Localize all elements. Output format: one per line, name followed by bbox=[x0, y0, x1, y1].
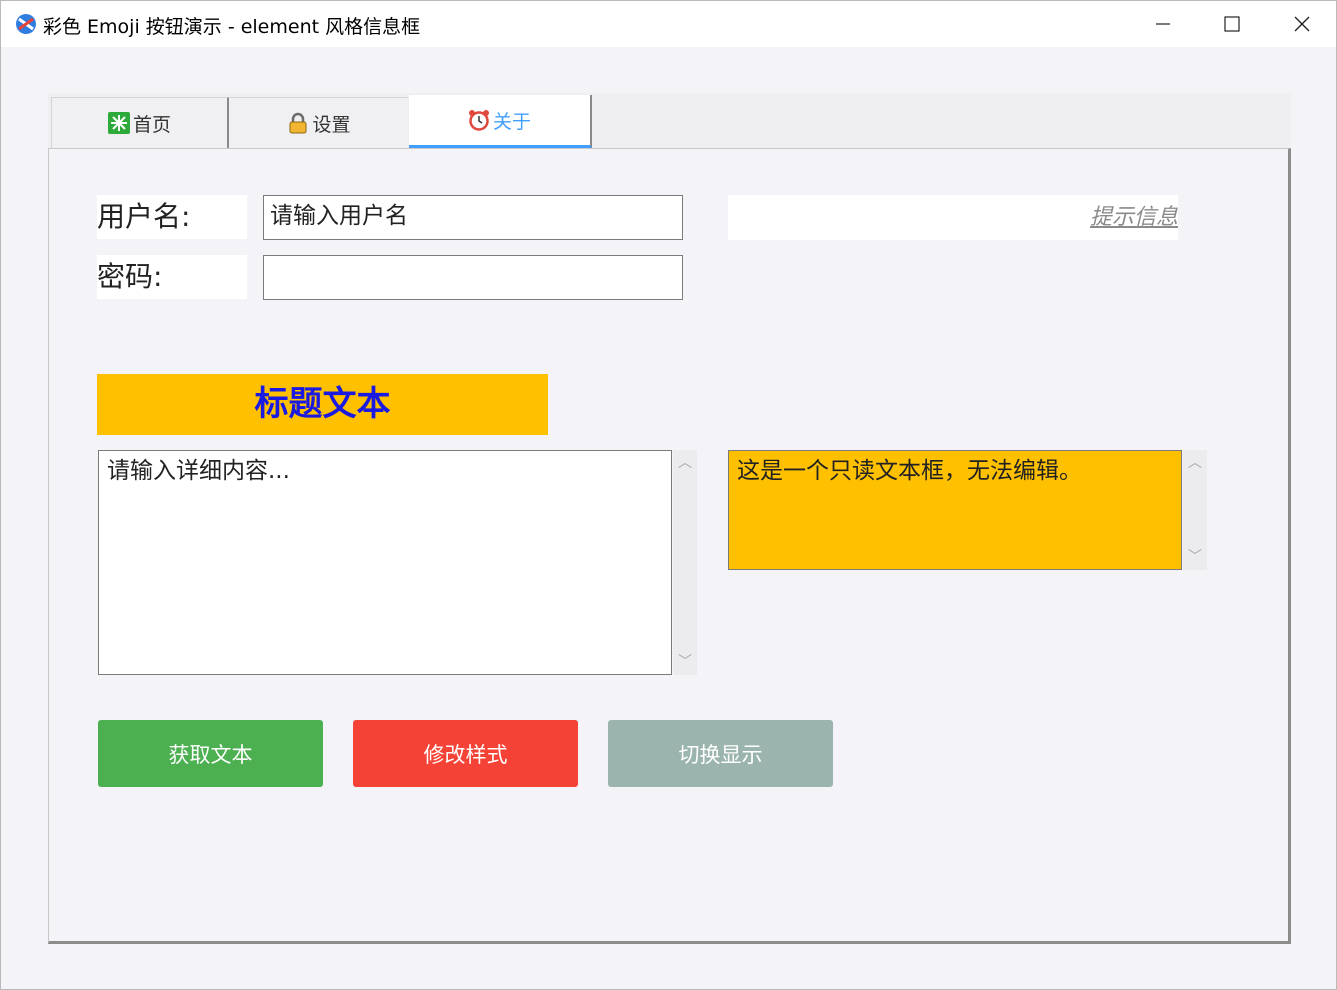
modify-style-button[interactable]: 修改样式 bbox=[353, 720, 578, 787]
tab-settings[interactable]: 设置 bbox=[230, 97, 408, 148]
username-input[interactable]: 请输入用户名 bbox=[263, 195, 683, 240]
maximize-button[interactable] bbox=[1197, 1, 1267, 47]
minimize-button[interactable] bbox=[1128, 1, 1198, 47]
readonly-textarea: 这是一个只读文本框，无法编辑。 bbox=[728, 450, 1182, 570]
scroll-up-icon[interactable]: ︿ bbox=[673, 456, 697, 470]
details-textarea[interactable]: 请输入详细内容... bbox=[98, 450, 672, 675]
tab-settings-label: 设置 bbox=[312, 113, 351, 136]
alarm-clock-icon bbox=[468, 110, 489, 131]
details-scrollbar[interactable]: ︿ ﹀ bbox=[673, 450, 697, 675]
tab-home[interactable]: 首页 bbox=[51, 97, 229, 148]
window-title: 彩色 Emoji 按钮演示 - element 风格信息框 bbox=[43, 16, 421, 38]
minimize-icon bbox=[1156, 23, 1170, 25]
sparkle-icon bbox=[107, 112, 130, 134]
username-label: 用户名: bbox=[97, 195, 247, 239]
hint-label: 提示信息 bbox=[728, 195, 1178, 240]
scroll-down-icon[interactable]: ﹀ bbox=[1183, 550, 1207, 564]
lock-icon bbox=[289, 112, 307, 134]
app-icon bbox=[16, 14, 36, 34]
tab-about-label: 关于 bbox=[492, 110, 531, 133]
readonly-scrollbar[interactable]: ︿ ﹀ bbox=[1183, 450, 1207, 570]
password-label: 密码: bbox=[97, 255, 247, 299]
close-icon bbox=[1294, 16, 1310, 32]
toggle-display-button[interactable]: 切换显示 bbox=[608, 720, 833, 787]
get-text-button[interactable]: 获取文本 bbox=[98, 720, 323, 787]
title-bar: 彩色 Emoji 按钮演示 - element 风格信息框 bbox=[1, 1, 1336, 47]
tab-home-label: 首页 bbox=[132, 113, 171, 136]
close-button[interactable] bbox=[1267, 1, 1337, 47]
title-text-block: 标题文本 bbox=[97, 374, 548, 435]
scroll-down-icon[interactable]: ﹀ bbox=[673, 655, 697, 669]
tab-about[interactable]: 关于 bbox=[409, 95, 592, 148]
tab-bar: 首页 设置 关于 bbox=[48, 93, 1291, 148]
scroll-up-icon[interactable]: ︿ bbox=[1183, 456, 1207, 470]
password-input[interactable] bbox=[263, 255, 683, 300]
app-window: 彩色 Emoji 按钮演示 - element 风格信息框 首页 设置 关于 用… bbox=[0, 0, 1337, 990]
maximize-icon bbox=[1224, 16, 1240, 32]
